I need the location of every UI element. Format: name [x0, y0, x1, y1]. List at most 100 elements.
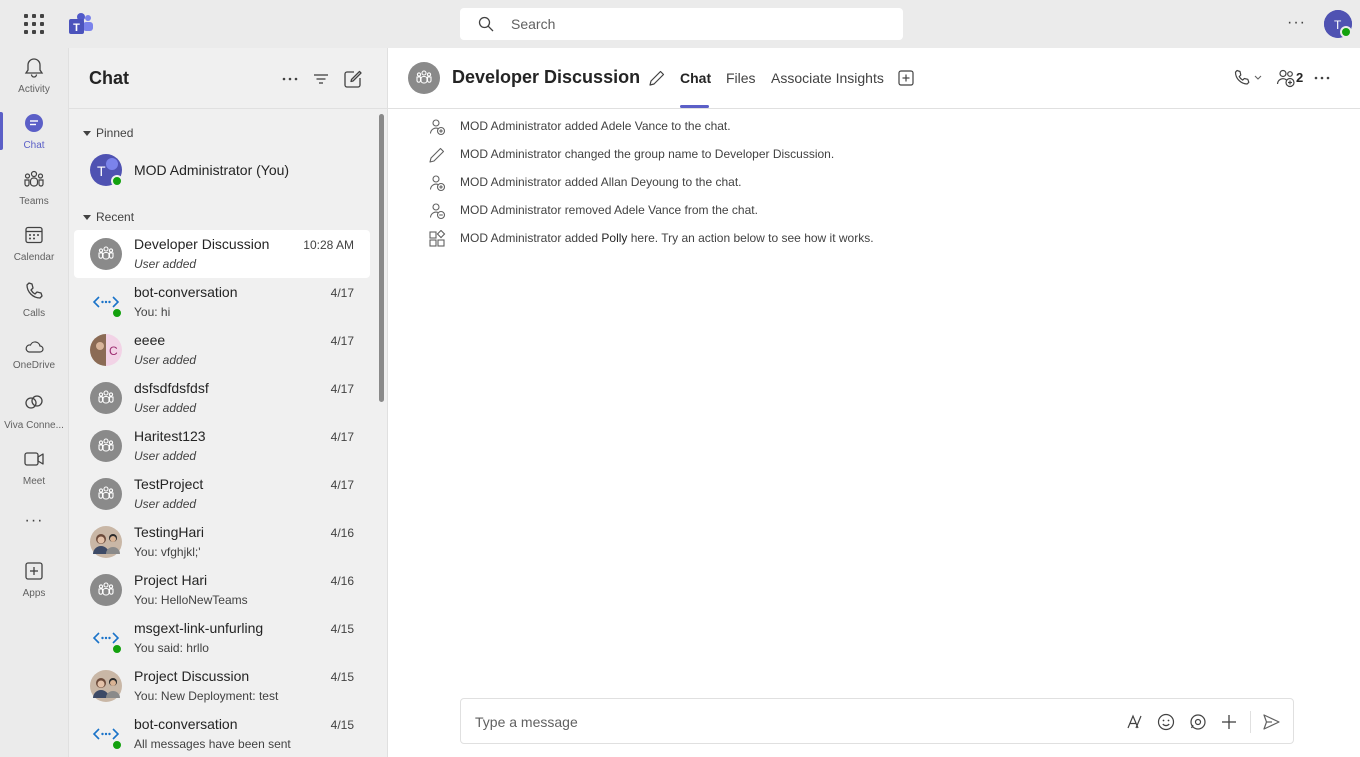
chat-item-name: bot-conversation [134, 716, 238, 732]
chat-item-preview: User added [134, 449, 197, 463]
chat-item[interactable]: bot-conversation You: hi 4/17 [74, 278, 370, 326]
search-placeholder: Search [511, 16, 556, 32]
cloud-icon [25, 341, 44, 353]
chat-item[interactable]: Haritest123 User added 4/17 [74, 422, 370, 470]
chat-item[interactable]: Ceeee User added 4/17 [74, 326, 370, 374]
chat-item-name: TestingHari [134, 524, 205, 540]
chat-item-name: Developer Discussion [134, 236, 270, 252]
add-tab-icon[interactable] [898, 70, 914, 86]
tab-associate-insights[interactable]: Associate Insights [771, 70, 884, 86]
new-chat-button[interactable] [342, 68, 364, 90]
chat-item[interactable]: Developer Discussion User added 10:28 AM [74, 230, 370, 278]
chat-item-preview: User added [134, 353, 197, 367]
loop-component-icon[interactable] [1188, 712, 1208, 732]
rail-item-teams[interactable]: Teams [0, 160, 68, 216]
bell-icon [24, 58, 44, 78]
tab-chat[interactable]: Chat [680, 70, 711, 86]
filter-button[interactable] [310, 68, 332, 90]
chat-item-time: 4/15 [330, 718, 354, 732]
attach-plus-icon[interactable] [1219, 712, 1239, 732]
avatar [90, 526, 122, 558]
chat-item-time: 4/17 [330, 478, 354, 492]
chat-item-name: dsfsdfdsfdsf [134, 380, 209, 396]
rail-label: Apps [22, 588, 46, 599]
chat-item-name: TestProject [134, 476, 204, 492]
chat-item-name: MOD Administrator (You) [134, 162, 290, 178]
call-button[interactable] [1232, 68, 1262, 91]
svg-text:C: C [109, 344, 118, 358]
chat-item[interactable]: TestProject User added 4/17 [74, 470, 370, 518]
more-icon [1314, 76, 1330, 80]
chat-item[interactable]: bot-conversation All messages have been s… [74, 710, 370, 757]
system-message-text: MOD Administrator added Adele Vance to t… [460, 119, 731, 133]
pencil-icon[interactable] [648, 69, 666, 87]
tab-files[interactable]: Files [726, 70, 756, 86]
chat-item-name: Haritest123 [134, 428, 206, 444]
chat-item[interactable]: Project Hari You: HelloNewTeams 4/16 [74, 566, 370, 614]
rail-item-apps[interactable]: Apps [0, 552, 68, 608]
system-message-text: MOD Administrator added Polly here. Try … [460, 231, 874, 245]
message-composer[interactable]: Type a message [460, 698, 1294, 744]
chat-item[interactable]: dsfsdfdsfdsf User added 4/17 [74, 374, 370, 422]
recent-section-header[interactable]: Recent [83, 210, 134, 224]
chat-item-time: 4/17 [330, 430, 354, 444]
rail-item-onedrive[interactable]: OneDrive [0, 328, 68, 384]
rail-item-calls[interactable]: Calls [0, 272, 68, 328]
rail-more-apps[interactable]: ··· [0, 496, 68, 536]
chat-item[interactable]: msgext-link-unfurling You said: hrllo 4/15 [74, 614, 370, 662]
app-bar: Activity Chat Teams Calendar Calls OneDr… [0, 48, 68, 757]
participant-count[interactable]: 2 [1296, 70, 1303, 85]
emoji-icon[interactable] [1156, 712, 1176, 732]
chat-more-button[interactable] [279, 68, 301, 90]
chat-item-time: 4/16 [330, 574, 354, 588]
rail-item-viva-connections[interactable]: Viva Conne... [0, 384, 68, 440]
rail-item-chat[interactable]: Chat [0, 104, 68, 160]
send-icon[interactable] [1261, 712, 1281, 732]
chat-item-preview: User added [134, 257, 197, 271]
group-icon [416, 70, 432, 84]
chat-item[interactable]: Project Discussion You: New Deployment: t… [74, 662, 370, 710]
add-app-icon [25, 562, 43, 580]
app-name-link[interactable]: Polly [601, 231, 627, 245]
system-message-text: MOD Administrator added Allan Deyoung to… [460, 175, 742, 189]
chat-icon [25, 114, 43, 132]
group-avatar [90, 574, 122, 606]
chat-item-name: eeee [134, 332, 166, 348]
system-message-text: MOD Administrator changed the group name… [460, 147, 835, 161]
divider [69, 108, 387, 109]
conversation-more-button[interactable] [1312, 68, 1332, 91]
rail-item-activity[interactable]: Activity [0, 48, 68, 104]
pencil-icon [429, 147, 445, 163]
conversation-pane: Developer Discussion Chat Files Associat… [388, 48, 1360, 757]
participants-button[interactable] [1276, 68, 1296, 91]
viva-connections-icon [25, 395, 43, 409]
rail-item-calendar[interactable]: Calendar [0, 216, 68, 272]
rail-label: Calls [22, 308, 46, 319]
format-icon[interactable] [1125, 712, 1145, 732]
group-avatar [408, 62, 440, 94]
app-launcher-icon[interactable] [22, 12, 46, 36]
chat-item-preview: You: vfghjkl;' [134, 545, 201, 559]
profile-avatar[interactable]: T [1324, 10, 1352, 38]
chat-list-scrollbar[interactable] [379, 114, 384, 402]
rail-label: OneDrive [12, 360, 56, 371]
pinned-section-header[interactable]: Pinned [83, 126, 133, 140]
rail-label: Viva Conne... [4, 420, 64, 431]
bot-avatar [92, 632, 122, 654]
settings-more-button[interactable]: ··· [1287, 14, 1307, 34]
chat-item-pinned[interactable]: T MOD Administrator (You) [74, 146, 370, 194]
divider [1250, 711, 1251, 733]
bot-avatar [92, 728, 122, 750]
avatar: T [90, 154, 122, 186]
rail-label: Chat [23, 140, 45, 151]
bot-avatar [92, 296, 122, 318]
message-segment: here. Try an action below to see how it … [627, 231, 874, 245]
filter-icon [314, 74, 328, 84]
pinned-label: Pinned [96, 126, 134, 140]
rail-label: Meet [22, 476, 46, 487]
rail-item-meet[interactable]: Meet [0, 440, 68, 496]
chat-item-preview: User added [134, 497, 197, 511]
search-input[interactable]: Search [460, 8, 903, 40]
chat-item-time: 10:28 AM [303, 238, 354, 252]
chat-item[interactable]: TestingHari You: vfghjkl;' 4/16 [74, 518, 370, 566]
